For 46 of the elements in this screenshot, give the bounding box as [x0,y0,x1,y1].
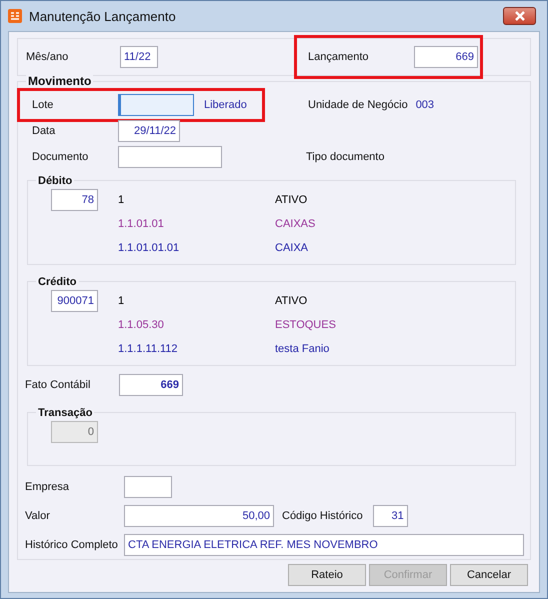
field-label: Lançamento [308,51,370,63]
input-field[interactable] [118,146,222,168]
section-title: Movimento [26,74,94,88]
close-icon [514,11,526,21]
group-title: Transação [36,406,94,420]
input-field[interactable]: 11/22 [120,46,158,68]
input-field[interactable]: CTA ENERGIA ELETRICA REF. MES NOVEMBRO [124,534,524,556]
field-label: Valor [25,510,51,522]
account-code: 1.1.05.30 [118,319,165,331]
input-field[interactable] [118,94,194,116]
field-label: Data [32,125,56,137]
input-field[interactable]: 669 [119,374,183,396]
account-name: ATIVO [275,194,308,206]
field-label: Fato Contábil [25,379,92,391]
field-label: Mês/ano [26,51,70,63]
field-label: Código Histórico [282,510,363,522]
account-code: 1.1.01.01.01 [118,242,180,254]
input-field[interactable]: 31 [372,504,408,526]
account-name: CAIXAS [275,218,316,230]
close-button[interactable] [503,7,536,25]
account-code: 1.1.01.01 [118,218,165,230]
field-label: Unidade de Negócio [308,99,408,111]
field-label: Empresa [25,480,70,492]
input-field[interactable]: 29/11/22 [118,120,180,142]
account-name: testa Fanio [275,343,330,355]
status-text: Liberado [204,99,247,111]
account-name: ESTOQUES [275,319,336,331]
field-label: Tipo documento [306,151,384,163]
app-icon [8,9,22,23]
dialog-button[interactable]: Rateio [288,564,366,586]
field-label: Documento [32,151,90,163]
field-label: Lote [32,99,54,111]
input-field[interactable] [124,476,172,498]
account-name: ATIVO [275,295,308,307]
account-code: 1.1.1.11.112 [118,343,179,355]
dialog-button[interactable]: Cancelar [450,564,528,586]
unit-value: 003 [416,99,434,111]
window-title: Manutenção Lançamento [29,8,177,24]
account-name: CAIXA [275,242,308,254]
input-field[interactable]: 669 [414,46,478,68]
account-field[interactable]: 78 [51,189,98,211]
field-label: Histórico Completo [25,538,119,550]
input-field[interactable]: 50,00 [124,504,274,526]
account-code: 1 [118,295,126,307]
account-field[interactable]: 900071 [51,290,98,312]
account-code: 1 [118,194,126,206]
